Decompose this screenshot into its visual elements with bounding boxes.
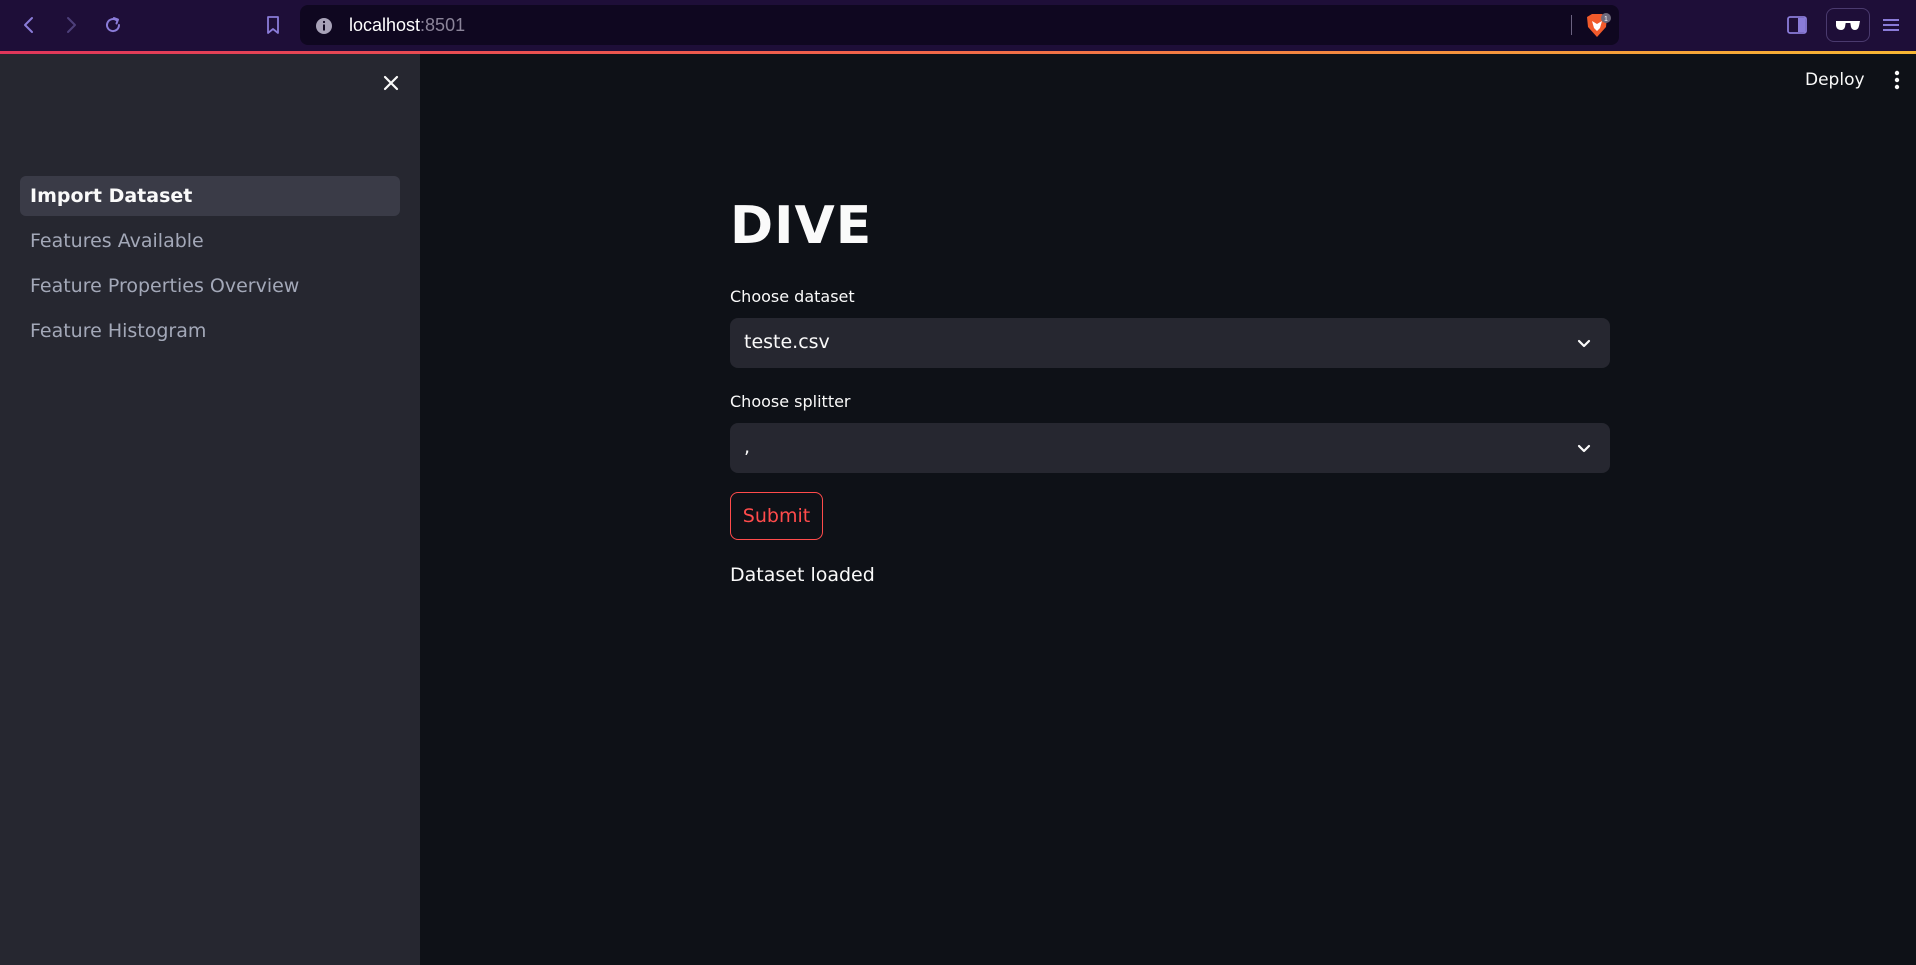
url-port: :8501 [420,15,466,35]
page-title: DIVE [730,196,873,256]
close-sidebar-icon[interactable] [378,70,404,96]
more-options-icon[interactable] [1888,68,1906,92]
info-icon[interactable] [315,17,333,40]
sidebar: Import Dataset Features Available Featur… [0,54,420,965]
sidebar-item-label: Feature Properties Overview [30,275,300,297]
dataset-select[interactable]: teste.csv [730,318,1610,368]
bookmark-icon[interactable] [258,10,288,40]
browser-toolbar: localhost:8501 1 [0,0,1916,51]
sidebar-item-label: Features Available [30,230,204,252]
back-icon[interactable] [14,10,44,40]
menu-icon[interactable] [1882,10,1900,40]
sidebar-item-label: Import Dataset [30,185,193,207]
main-content: Deploy DIVE Choose dataset teste.csv Cho… [420,54,1916,965]
splitter-label: Choose splitter [730,392,851,411]
dataset-select-value: teste.csv [744,331,830,353]
svg-text:1: 1 [1604,16,1608,23]
status-message: Dataset loaded [730,564,875,586]
splitter-select[interactable]: , [730,423,1610,473]
sidebar-nav: Import Dataset Features Available Featur… [20,176,400,356]
deploy-button[interactable]: Deploy [1805,70,1865,90]
brave-shield-icon[interactable]: 1 [1583,13,1611,39]
chevron-down-icon [1576,440,1592,456]
sidebar-item-label: Feature Histogram [30,320,207,342]
reload-icon[interactable] [98,10,128,40]
dataset-label: Choose dataset [730,287,855,306]
url-text: localhost:8501 [349,15,465,36]
sidebar-item-feature-histogram[interactable]: Feature Histogram [20,311,400,351]
sidebar-item-features-available[interactable]: Features Available [20,221,400,261]
sidebar-item-import-dataset[interactable]: Import Dataset [20,176,400,216]
reader-mode-icon[interactable] [1826,8,1870,42]
sidebar-toggle-icon[interactable] [1786,10,1808,40]
chevron-down-icon [1576,335,1592,351]
forward-icon[interactable] [56,10,86,40]
url-host: localhost [349,15,421,35]
address-separator [1571,15,1572,35]
splitter-select-value: , [744,436,751,458]
sidebar-item-feature-properties-overview[interactable]: Feature Properties Overview [20,266,400,306]
submit-button[interactable]: Submit [730,492,823,540]
address-bar[interactable]: localhost:8501 1 [300,5,1619,45]
